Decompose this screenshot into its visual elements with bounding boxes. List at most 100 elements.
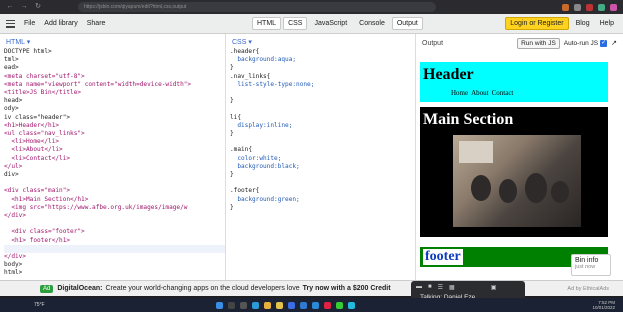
code-line[interactable]: </ul> <box>4 163 225 171</box>
tab-output[interactable]: Output <box>391 17 423 30</box>
code-line[interactable]: background:aqua; <box>230 56 415 64</box>
ad-cta-link[interactable]: Try now with a $200 Credit <box>303 285 391 292</box>
grid-icon[interactable]: ▦ <box>449 284 455 291</box>
code-line[interactable] <box>230 105 415 113</box>
code-line[interactable]: head> <box>4 97 225 105</box>
code-line[interactable] <box>230 89 415 97</box>
code-line[interactable]: <meta charset="utf-8"> <box>4 73 225 81</box>
code-line[interactable]: </div> <box>4 253 225 261</box>
code-line[interactable]: } <box>230 64 415 72</box>
code-line[interactable]: <h1>Main Section</h1> <box>4 196 225 204</box>
code-line[interactable] <box>4 244 225 254</box>
start-icon[interactable] <box>216 301 223 309</box>
code-line[interactable]: <h1>Header</h1> <box>4 122 225 130</box>
code-line[interactable] <box>4 179 225 187</box>
share-button[interactable]: Share <box>87 20 106 27</box>
app-icon[interactable] <box>336 301 343 309</box>
blog-link[interactable]: Blog <box>573 18 593 29</box>
code-line[interactable]: DOCTYPE html> <box>4 48 225 56</box>
code-line[interactable]: <meta name="viewport" content="width=dev… <box>4 81 225 89</box>
chrome-icon[interactable] <box>264 301 271 309</box>
html-editor-panel[interactable]: HTML ▾ DOCTYPE html> tml> ead> <meta charse… <box>0 34 226 280</box>
code-line[interactable]: ody> <box>4 105 225 113</box>
mic-icon[interactable]: ▬ <box>416 284 422 291</box>
app-icon[interactable] <box>324 301 331 309</box>
tab-css[interactable]: CSS <box>283 17 308 30</box>
ad-banner[interactable]: Ad DigitalOcean: Create your world-chang… <box>0 280 623 296</box>
extension-icon[interactable] <box>574 3 581 11</box>
code-line[interactable]: <div class="main"> <box>4 187 225 195</box>
code-line[interactable]: } <box>230 130 415 138</box>
auto-run-checkbox[interactable]: ✓ <box>600 39 608 47</box>
add-library-button[interactable]: Add library <box>44 20 77 27</box>
extension-icon[interactable] <box>598 3 605 11</box>
code-line[interactable]: div> <box>4 171 225 179</box>
code-line[interactable] <box>230 179 415 187</box>
code-line[interactable]: } <box>230 171 415 179</box>
code-line[interactable]: li{ <box>230 114 415 122</box>
code-line[interactable]: } <box>230 97 415 105</box>
code-line[interactable]: <li>About</li> <box>4 146 225 154</box>
auto-run-toggle[interactable]: Auto-run JS ✓ <box>564 39 608 47</box>
code-line[interactable]: iv class="header"> <box>4 114 225 122</box>
screen-share-icon[interactable]: ▣ <box>491 284 497 291</box>
extension-icon[interactable] <box>562 3 569 11</box>
app-icon[interactable] <box>348 301 355 309</box>
ad-attribution[interactable]: Ad by EthicalAds <box>567 286 609 292</box>
code-line[interactable]: <img src="https://www.afbe.org.uk/images… <box>4 204 225 212</box>
explorer-icon[interactable] <box>276 301 283 309</box>
profile-icon[interactable] <box>610 3 617 11</box>
code-line[interactable]: color:white; <box>230 155 415 163</box>
code-line[interactable]: tml> <box>4 56 225 64</box>
menu-icon[interactable] <box>6 19 15 28</box>
code-line[interactable]: <h1> footer</h1> <box>4 237 225 245</box>
code-line[interactable]: .footer{ <box>230 187 415 195</box>
css-code-editor[interactable]: .header{ background:aqua;} .nav_links{ li… <box>226 48 415 212</box>
task-view-icon[interactable] <box>240 301 247 309</box>
tab-javascript[interactable]: JavaScript <box>309 17 352 30</box>
run-with-js-button[interactable]: Run with JS <box>517 37 560 49</box>
bin-info-popup[interactable]: Bin info just now <box>571 254 611 276</box>
code-line[interactable]: background:green; <box>230 196 415 204</box>
tab-html[interactable]: HTML <box>252 17 282 30</box>
code-line[interactable]: .main{ <box>230 146 415 154</box>
menu-icon[interactable]: ☰ <box>438 284 443 291</box>
login-register-button[interactable]: Login or Register <box>505 17 569 30</box>
code-line[interactable] <box>4 220 225 228</box>
weather-widget[interactable]: 75°F <box>34 302 45 308</box>
code-line[interactable]: <li>Contact</li> <box>4 155 225 163</box>
code-line[interactable]: display:inline; <box>230 122 415 130</box>
code-line[interactable]: } <box>230 204 415 212</box>
vscode-icon[interactable] <box>312 301 319 309</box>
camera-icon[interactable]: ■ <box>428 284 432 291</box>
html-panel-label[interactable]: HTML ▾ <box>0 34 225 48</box>
system-clock[interactable]: 7:52 PM 10/01/2022 <box>592 300 615 310</box>
code-line[interactable]: html> <box>4 269 225 277</box>
address-bar[interactable]: https://jsbin.com/qiyapum/edit?html,css,… <box>78 2 436 12</box>
search-icon[interactable] <box>228 301 235 309</box>
html-code-editor[interactable]: DOCTYPE html> tml> ead> <meta charset="utf-… <box>0 48 225 278</box>
mail-icon[interactable] <box>300 301 307 309</box>
reload-icon[interactable]: ↻ <box>34 3 42 11</box>
popout-icon[interactable]: ↗ <box>611 39 617 47</box>
code-line[interactable]: </div> <box>4 212 225 220</box>
tab-console[interactable]: Console <box>354 17 390 30</box>
css-editor-panel[interactable]: CSS ▾ .header{ background:aqua;} .nav_lin… <box>226 34 416 280</box>
code-line[interactable]: ead> <box>4 64 225 72</box>
code-line[interactable]: background:black; <box>230 163 415 171</box>
forward-icon[interactable]: → <box>20 3 28 11</box>
back-icon[interactable]: ← <box>6 3 14 11</box>
code-line[interactable]: <li>Home</li> <box>4 138 225 146</box>
code-line[interactable] <box>230 138 415 146</box>
code-line[interactable]: <ul class="nav_links"> <box>4 130 225 138</box>
code-line[interactable]: <title>JS Bin</title> <box>4 89 225 97</box>
help-link[interactable]: Help <box>597 18 617 29</box>
code-line[interactable]: body> <box>4 261 225 269</box>
code-line[interactable]: list-style-type:none; <box>230 81 415 89</box>
code-line[interactable]: .header{ <box>230 48 415 56</box>
code-line[interactable]: .nav_links{ <box>230 73 415 81</box>
extension-icon[interactable] <box>586 3 593 11</box>
store-icon[interactable] <box>288 301 295 309</box>
css-panel-label[interactable]: CSS ▾ <box>226 34 415 48</box>
file-menu[interactable]: File <box>24 20 35 27</box>
